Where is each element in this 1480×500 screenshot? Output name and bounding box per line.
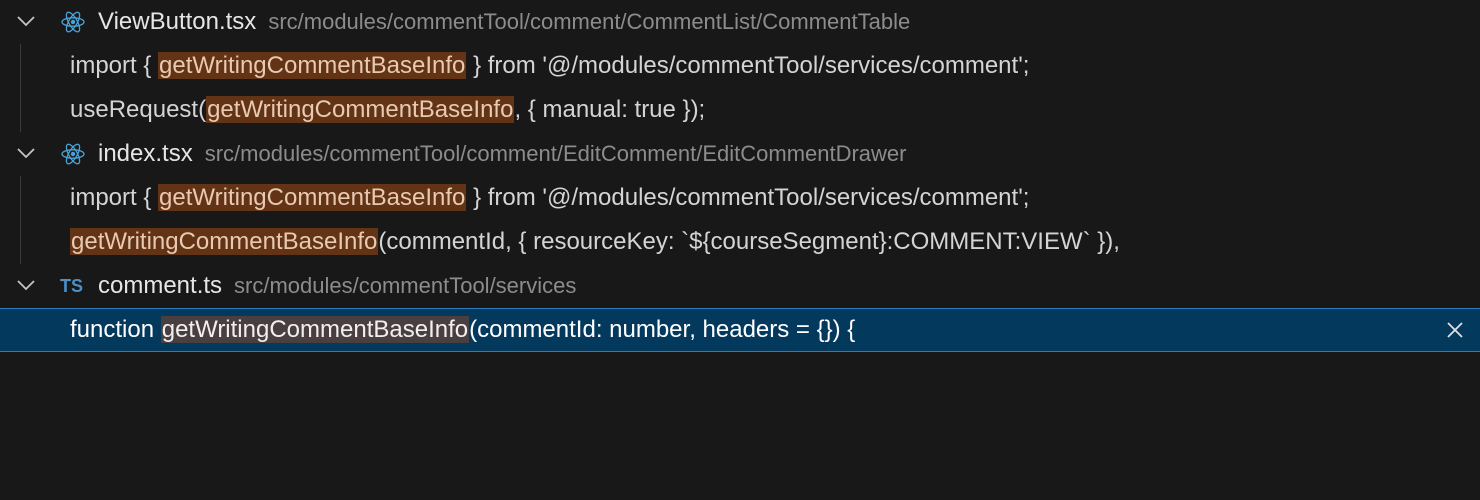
indent-guide bbox=[20, 88, 21, 132]
match-highlight: getWritingCommentBaseInfo bbox=[158, 184, 467, 211]
match-row[interactable]: getWritingCommentBaseInfo(commentId, { r… bbox=[0, 220, 1480, 264]
match-row[interactable]: useRequest(getWritingCommentBaseInfo, { … bbox=[0, 88, 1480, 132]
match-prefix: useRequest( bbox=[70, 96, 207, 123]
search-results-tree: ViewButton.tsx src/modules/commentTool/co… bbox=[0, 0, 1480, 352]
file-row-viewbutton[interactable]: ViewButton.tsx src/modules/commentTool/co… bbox=[0, 0, 1480, 44]
file-path: src/modules/commentTool/services bbox=[234, 273, 577, 298]
match-line: useRequest(getWritingCommentBaseInfo, { … bbox=[70, 88, 705, 132]
match-suffix: (commentId: number, headers = {}) { bbox=[469, 316, 856, 343]
indent-guide bbox=[20, 176, 21, 220]
match-suffix: (commentId, { resourceKey: `${courseSegm… bbox=[378, 228, 1120, 255]
file-path: src/modules/commentTool/comment/CommentL… bbox=[268, 9, 911, 34]
react-icon bbox=[60, 132, 88, 176]
match-suffix: } from '@/modules/commentTool/services/c… bbox=[466, 184, 1030, 211]
match-highlight: getWritingCommentBaseInfo bbox=[70, 228, 379, 255]
match-line: import { getWritingCommentBaseInfo } fro… bbox=[70, 44, 1029, 88]
match-row-selected[interactable]: function getWritingCommentBaseInfo(comme… bbox=[0, 308, 1480, 352]
file-row-index[interactable]: index.tsx src/modules/commentTool/comment… bbox=[0, 132, 1480, 176]
match-prefix: import { bbox=[70, 184, 159, 211]
chevron-down-icon[interactable] bbox=[14, 264, 38, 308]
match-line: import { getWritingCommentBaseInfo } fro… bbox=[70, 176, 1029, 220]
indent-guide bbox=[20, 44, 21, 88]
match-highlight: getWritingCommentBaseInfo bbox=[158, 52, 467, 79]
close-icon bbox=[1447, 322, 1463, 338]
match-suffix: } from '@/modules/commentTool/services/c… bbox=[466, 52, 1030, 79]
indent-guide bbox=[20, 220, 21, 264]
file-row-comment[interactable]: TS comment.ts src/modules/commentTool/ser… bbox=[0, 264, 1480, 308]
match-suffix: , { manual: true }); bbox=[514, 96, 706, 123]
file-name-text: ViewButton.tsx bbox=[98, 8, 257, 35]
match-highlight: getWritingCommentBaseInfo bbox=[160, 316, 470, 343]
file-name: ViewButton.tsx src/modules/commentTool/co… bbox=[98, 0, 910, 44]
dismiss-result-button[interactable] bbox=[1440, 309, 1470, 351]
match-prefix: import { bbox=[70, 52, 159, 79]
chevron-down-icon[interactable] bbox=[14, 132, 38, 176]
file-name: comment.ts src/modules/commentTool/servic… bbox=[98, 264, 576, 308]
file-name: index.tsx src/modules/commentTool/comment… bbox=[98, 132, 907, 176]
typescript-icon: TS bbox=[60, 264, 88, 308]
typescript-icon-label: TS bbox=[60, 276, 84, 296]
match-prefix: function bbox=[70, 316, 161, 343]
file-name-text: comment.ts bbox=[98, 272, 223, 299]
match-row[interactable]: import { getWritingCommentBaseInfo } fro… bbox=[0, 176, 1480, 220]
match-line: function getWritingCommentBaseInfo(comme… bbox=[70, 309, 855, 351]
match-line: getWritingCommentBaseInfo(commentId, { r… bbox=[70, 220, 1120, 264]
file-name-text: index.tsx bbox=[98, 140, 193, 167]
match-row[interactable]: import { getWritingCommentBaseInfo } fro… bbox=[0, 44, 1480, 88]
chevron-down-icon[interactable] bbox=[14, 0, 38, 44]
match-highlight: getWritingCommentBaseInfo bbox=[206, 96, 515, 123]
react-icon bbox=[60, 0, 88, 44]
file-path: src/modules/commentTool/comment/EditComm… bbox=[204, 141, 907, 166]
